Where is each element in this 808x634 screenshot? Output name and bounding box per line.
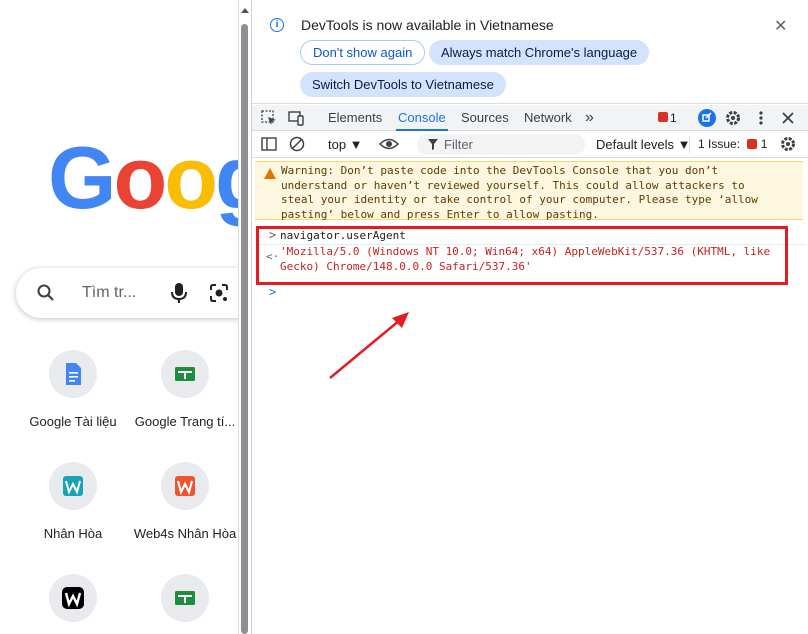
clear-console-icon[interactable] [288,135,306,153]
logo-letter: o [164,128,218,227]
devtools-tab-bar: Elements Console Sources Network » 1 [252,105,808,131]
dont-show-again-button[interactable]: Don't show again [300,40,426,65]
inspect-element-icon[interactable] [260,109,278,127]
scrollbar-thumb[interactable] [241,24,248,634]
language-infobar: i DevTools is now available in Vietnames… [252,0,808,104]
shortcut-icon-circle [161,462,209,510]
microphone-icon[interactable] [168,281,190,305]
shortcut-tile[interactable]: Google Trang tí... [129,350,238,429]
filter-funnel-icon [428,139,438,150]
settings-gear-icon[interactable] [724,109,742,127]
google-lens-icon[interactable] [208,282,230,304]
shortcut-icon-circle [49,462,97,510]
issues-label: 1 Issue: [698,137,741,151]
search-box[interactable]: Tìm tr... [16,268,238,318]
sidebar-toggle-icon[interactable] [260,135,278,153]
new-tab-page: Goog Tìm tr... Google Tài liệu Google Tr… [0,0,238,634]
error-count[interactable]: 1 [670,111,677,125]
shortcut-icon-circle [49,574,97,622]
google-logo: Goog [48,134,238,222]
context-selector[interactable]: top ▼ [328,137,363,152]
shortcut-tile[interactable]: Web4s Nhân Hòa [129,462,238,541]
tab-console[interactable]: Console [396,105,448,131]
google-sheets-icon [175,591,195,605]
warning-triangle-icon [264,168,276,179]
scroll-up-arrow-icon[interactable] [241,8,249,13]
filter-input[interactable]: Filter [417,134,585,155]
shortcut-tile[interactable]: Google Tài liệu [17,350,129,429]
more-tabs-icon[interactable]: » [585,105,594,131]
shortcut-icon-circle [49,350,97,398]
search-icon [37,284,54,301]
toolbar-divider [689,136,690,153]
console-prompt-icon[interactable]: > [269,285,276,299]
shortcut-icon-circle [161,350,209,398]
issue-error-icon [747,139,758,149]
filter-placeholder: Filter [444,137,473,152]
highlight-box [256,226,788,285]
close-devtools-icon[interactable] [779,109,797,127]
infobar-message: DevTools is now available in Vietnamese [301,17,554,33]
logo-letter: g [215,134,238,222]
browser-window: Goog Tìm tr... Google Tài liệu Google Tr… [0,0,808,634]
always-match-language-button[interactable]: Always match Chrome's language [429,40,650,65]
w-logo-icon [62,587,84,609]
issues-count: 1 [760,137,768,151]
shortcut-tile[interactable] [129,574,238,622]
logo-letter: o [113,128,167,227]
shortcut-label: Web4s Nhân Hòa [133,526,237,541]
web4s-icon [175,476,195,496]
page-scrollbar[interactable] [238,0,250,634]
tab-network[interactable]: Network [524,105,572,131]
shortcut-label: Google Trang tí... [134,414,236,429]
more-options-icon[interactable] [752,109,770,127]
customize-sync-icon[interactable] [697,108,717,128]
google-sheets-icon [175,367,195,381]
shortcut-label: Google Tài liệu [29,414,117,429]
switch-to-vietnamese-button[interactable]: Switch DevTools to Vietnamese [300,72,506,97]
info-icon: i [270,18,284,32]
shortcut-icon-circle [161,574,209,622]
google-docs-icon [66,363,81,385]
log-levels-dropdown[interactable]: Default levels ▼ [596,137,691,152]
nhanhoa-icon [63,476,83,496]
search-placeholder[interactable]: Tìm tr... [82,284,136,302]
shortcut-tile[interactable]: Nhân Hòa [17,462,129,541]
console-settings-gear-icon[interactable] [779,135,797,153]
shortcut-label: Nhân Hòa [43,526,103,541]
tab-elements[interactable]: Elements [328,105,382,131]
annotation-arrow-icon [329,312,409,379]
device-toolbar-icon[interactable] [287,109,305,127]
paste-warning-message: Warning: Don’t paste code into the DevTo… [255,161,803,221]
logo-letter: G [48,128,116,227]
issues-counter[interactable]: 1 Issue: 1 [698,137,767,151]
warning-text: Warning: Don’t paste code into the DevTo… [281,164,758,221]
shortcut-tile[interactable] [17,574,129,622]
tab-sources[interactable]: Sources [461,105,509,131]
error-badge-icon [658,112,668,122]
close-icon[interactable]: ✕ [774,16,787,36]
live-expression-eye-icon[interactable] [379,135,399,153]
console-toolbar: top ▼ Filter Default levels ▼ 1 Issue: 1 [252,131,808,158]
